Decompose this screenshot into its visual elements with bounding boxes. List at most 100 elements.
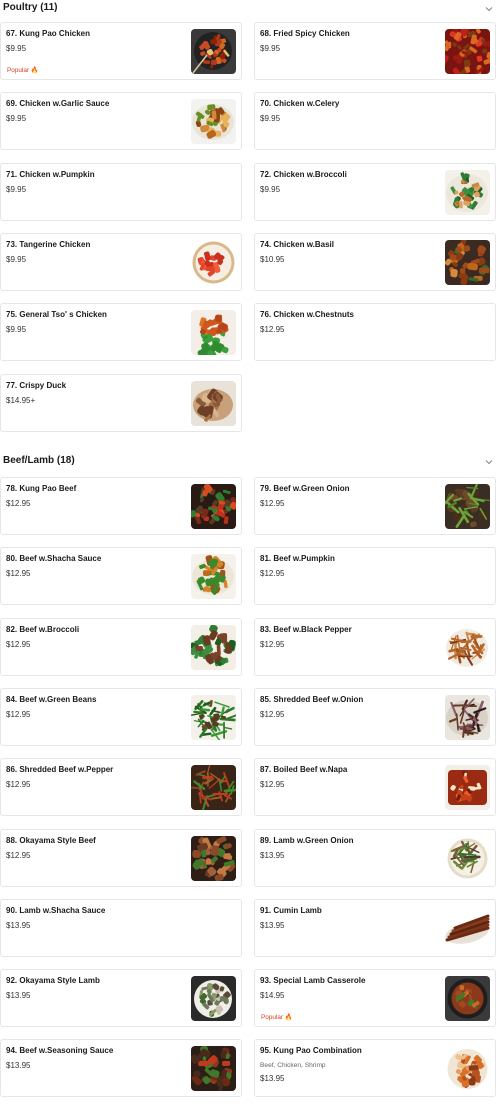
dish-photo[interactable]	[445, 905, 490, 951]
dish-photo[interactable]	[191, 765, 236, 811]
item-price: $12.95	[260, 709, 285, 719]
dish-photo[interactable]	[445, 694, 490, 740]
dish-photo[interactable]	[445, 624, 490, 670]
item-price: $9.95	[260, 114, 281, 124]
dish-photo[interactable]	[191, 380, 236, 426]
item-price: $9.95	[6, 114, 27, 124]
menu-item-card[interactable]: 92. Okayama Style Lamb $13.95	[0, 969, 242, 1028]
item-price: $12.95	[260, 569, 285, 579]
menu-item-card[interactable]: 80. Beef w.Shacha Sauce $12.95	[0, 547, 242, 606]
dish-photo[interactable]	[191, 99, 236, 145]
dish-photo[interactable]	[445, 169, 490, 215]
item-price: $13.95	[6, 991, 31, 1001]
menu-item-card[interactable]: 74. Chicken w.Basil $10.95	[254, 232, 496, 291]
menu-item-card[interactable]: 87. Boiled Beef w.Napa $12.95	[254, 758, 496, 817]
item-name: 81. Beef w.Pumpkin	[260, 554, 335, 564]
item-name: 89. Lamb w.Green Onion	[260, 835, 354, 845]
item-price: $9.95	[260, 44, 281, 53]
item-name: 69. Chicken w.Garlic Sauce	[6, 99, 110, 109]
item-name: 92. Okayama Style Lamb	[6, 976, 100, 986]
item-name: 93. Special Lamb Casserole	[260, 976, 366, 986]
item-price: $10.95	[260, 254, 285, 264]
menu-item-card[interactable]: 68. Fried Spicy Chicken $9.95	[254, 22, 496, 80]
menu-item-card[interactable]: 67. Kung Pao Chicken $9.95 Popular 🔥	[0, 22, 242, 80]
item-name: 72. Chicken w.Broccoli	[260, 169, 347, 179]
item-name: 94. Beef w.Seasoning Sauce	[6, 1046, 114, 1056]
section-title: Poultry (11)	[3, 2, 58, 13]
dish-photo[interactable]	[191, 1046, 236, 1092]
popular-badge: Popular 🔥	[261, 1014, 293, 1022]
menu-item-card[interactable]: 76. Chicken w.Chestnuts $12.95	[254, 303, 496, 362]
menu-item-card[interactable]: 78. Kung Pao Beef $12.95	[0, 477, 242, 535]
item-price: $9.95	[6, 184, 27, 194]
dish-photo[interactable]	[445, 976, 490, 1022]
item-name: 70. Chicken w.Celery	[260, 99, 340, 109]
menu-item-card[interactable]: 81. Beef w.Pumpkin $12.95	[254, 547, 496, 606]
item-price: $12.95	[6, 709, 31, 719]
item-price: $14.95+	[6, 395, 36, 405]
menu-item-card[interactable]: 73. Tangerine Chicken $9.95	[0, 232, 242, 291]
chevron-down-icon[interactable]	[484, 4, 494, 14]
chevron-down-icon[interactable]	[484, 457, 494, 467]
dish-photo[interactable]	[191, 484, 236, 529]
menu-item-card[interactable]: 82. Beef w.Broccoli $12.95	[0, 617, 242, 676]
item-name: 84. Beef w.Green Beans	[6, 694, 97, 704]
menu-item-card[interactable]: 83. Beef w.Black Pepper $12.95	[254, 617, 496, 676]
item-name: 95. Kung Pao Combination	[260, 1046, 362, 1056]
item-price: $12.95	[260, 780, 285, 790]
menu-item-card[interactable]: 69. Chicken w.Garlic Sauce $9.95	[0, 92, 242, 151]
dish-photo[interactable]	[191, 694, 236, 740]
item-name: 73. Tangerine Chicken	[6, 239, 91, 249]
menu-item-card[interactable]: 75. General Tso' s Chicken $9.95	[0, 303, 242, 362]
item-name: 77. Crispy Duck	[6, 380, 67, 390]
item-name: 67. Kung Pao Chicken	[6, 29, 91, 38]
dish-photo[interactable]	[445, 835, 490, 881]
menu-item-card[interactable]: 88. Okayama Style Beef $12.95	[0, 828, 242, 887]
item-name: 86. Shredded Beef w.Pepper	[6, 765, 114, 775]
dish-photo[interactable]	[445, 1046, 490, 1092]
dish-photo[interactable]	[445, 239, 490, 285]
dish-photo[interactable]	[191, 976, 236, 1022]
dish-photo[interactable]	[445, 484, 490, 529]
item-price: $12.95	[260, 499, 285, 508]
item-description: Beef, Chicken, Shrimp	[260, 1062, 326, 1070]
menu-item-card[interactable]: 85. Shredded Beef w.Onion $12.95	[254, 687, 496, 746]
section-header[interactable]: Beef/Lamb (18)	[0, 453, 500, 475]
item-price: $9.95	[6, 44, 27, 53]
item-name: 91. Cumin Lamb	[260, 905, 322, 915]
item-name: 85. Shredded Beef w.Onion	[260, 694, 364, 704]
item-price: $12.95	[6, 850, 31, 860]
menu-item-card[interactable]: 89. Lamb w.Green Onion $13.95	[254, 828, 496, 887]
dish-photo[interactable]	[445, 765, 490, 811]
section-header[interactable]: Poultry (11)	[0, 0, 500, 22]
menu-item-card[interactable]: 93. Special Lamb Casserole $14.95 Popular …	[254, 969, 496, 1028]
item-name: 80. Beef w.Shacha Sauce	[6, 554, 102, 564]
dish-photo[interactable]	[445, 29, 490, 74]
item-name: 83. Beef w.Black Pepper	[260, 624, 352, 634]
menu-item-card[interactable]: 77. Crispy Duck $14.95+	[0, 373, 242, 432]
dish-photo[interactable]	[191, 310, 236, 356]
menu-item-card[interactable]: 79. Beef w.Green Onion $12.95	[254, 477, 496, 535]
item-name: 79. Beef w.Green Onion	[260, 484, 350, 493]
item-name: 90. Lamb w.Shacha Sauce	[6, 905, 106, 915]
menu-item-card[interactable]: 72. Chicken w.Broccoli $9.95	[254, 162, 496, 221]
item-price: $12.95	[260, 639, 285, 649]
menu-item-card[interactable]: 91. Cumin Lamb $13.95	[254, 898, 496, 957]
dish-photo[interactable]	[191, 554, 236, 600]
dish-photo[interactable]	[191, 835, 236, 881]
menu-item-card[interactable]: 94. Beef w.Seasoning Sauce $13.95	[0, 1039, 242, 1098]
item-name: 82. Beef w.Broccoli	[6, 624, 80, 634]
menu-item-card[interactable]: 70. Chicken w.Celery $9.95	[254, 92, 496, 151]
dish-photo[interactable]	[191, 29, 236, 74]
dish-photo[interactable]	[191, 239, 236, 285]
menu-item-card[interactable]: 86. Shredded Beef w.Pepper $12.95	[0, 758, 242, 817]
dish-photo[interactable]	[191, 624, 236, 670]
menu-item-card[interactable]: 84. Beef w.Green Beans $12.95	[0, 687, 242, 746]
menu-item-card[interactable]: 95. Kung Pao Combination $13.95 Beef, Chic…	[254, 1039, 496, 1098]
item-price: $12.95	[6, 780, 31, 790]
item-name: 68. Fried Spicy Chicken	[260, 29, 350, 38]
menu-item-card[interactable]: 71. Chicken w.Pumpkin $9.95	[0, 162, 242, 221]
menu-item-card[interactable]: 90. Lamb w.Shacha Sauce $13.95	[0, 898, 242, 957]
item-price: $13.95	[6, 1061, 31, 1071]
item-name: 74. Chicken w.Basil	[260, 239, 334, 249]
